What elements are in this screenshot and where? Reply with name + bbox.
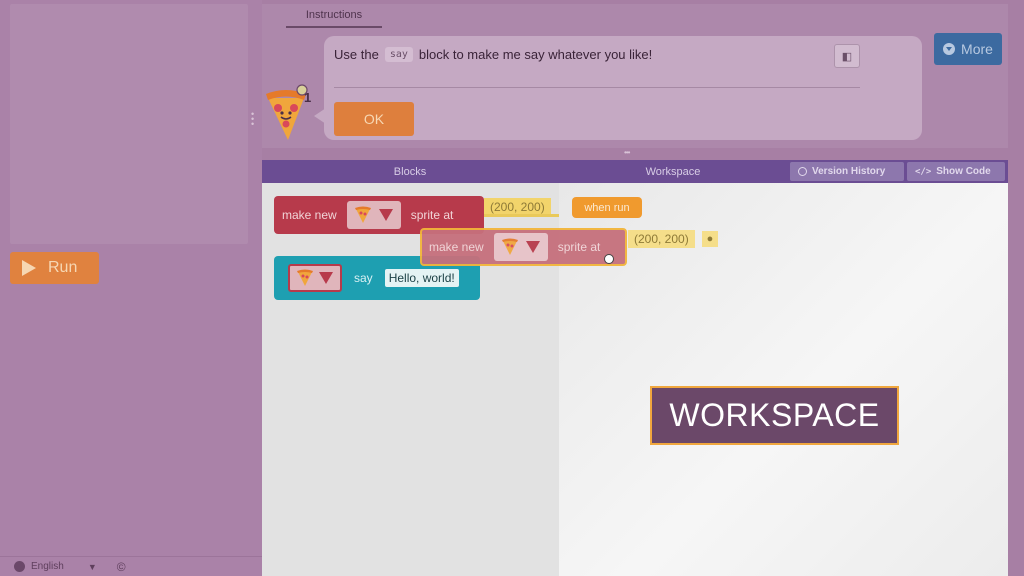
coordinate-input[interactable]: (200, 200) — [628, 230, 695, 248]
left-footer: English ▼ © — [0, 556, 262, 576]
pizza-icon — [354, 206, 371, 223]
chevron-down-icon[interactable]: ▼ — [88, 562, 97, 572]
language-select[interactable]: English — [31, 561, 64, 572]
game-play-area[interactable] — [10, 4, 248, 244]
mouse-cursor-icon — [604, 254, 614, 264]
show-code-button[interactable]: </> Show Code — [907, 162, 1005, 181]
pizza-icon — [501, 238, 518, 255]
dropdown-arrow-icon — [378, 209, 393, 221]
dropdown-arrow-icon — [525, 241, 540, 253]
dragged-make-new-sprite-block[interactable]: make new sprite at — [420, 228, 627, 266]
run-label: Run — [48, 259, 78, 276]
instruction-bubble: Use the say block to make me say whateve… — [324, 36, 922, 140]
hint-count-badge: 1 — [304, 90, 312, 105]
instructions-panel: Instructions 1 Use the say block to make… — [262, 4, 1008, 148]
code-icon: </> — [915, 166, 932, 177]
instruction-text-end: block to make me say whatever you like! — [418, 47, 653, 62]
instruction-text-start: Use the — [334, 47, 379, 62]
make-new-label: make new — [282, 208, 337, 222]
more-label: More — [961, 41, 993, 57]
more-button[interactable]: More — [934, 33, 1002, 65]
globe-icon — [14, 561, 25, 572]
copyright-icon[interactable]: © — [117, 560, 126, 574]
sprite-dropdown[interactable] — [288, 264, 342, 292]
workspace-title-overlay: WORKSPACE — [650, 386, 899, 445]
say-text-input[interactable]: Hello, world! — [384, 269, 459, 287]
sprite-at-label: sprite at — [557, 240, 601, 254]
blocks-header: Blocks — [393, 165, 427, 178]
ok-button[interactable]: OK — [334, 102, 414, 136]
code-word-chip: say — [384, 47, 413, 62]
sprite-dropdown[interactable] — [493, 233, 548, 261]
vertical-resize-handle[interactable]: • • • — [251, 110, 255, 129]
when-run-block[interactable]: when run — [572, 197, 642, 218]
make-new-label: make new — [429, 240, 484, 254]
show-code-label: Show Code — [936, 166, 991, 177]
sprite-at-label: sprite at — [410, 208, 454, 222]
sprite-dropdown[interactable] — [346, 201, 401, 229]
text-to-speech-icon[interactable]: ◧ — [834, 44, 860, 68]
connector-line — [484, 214, 559, 217]
run-button[interactable]: Run — [10, 252, 99, 284]
version-history-label: Version History — [812, 166, 886, 177]
version-history-button[interactable]: Version History — [790, 162, 904, 181]
workspace-header: Workspace — [645, 165, 701, 178]
say-label: say — [354, 271, 373, 285]
divider — [334, 87, 860, 88]
clock-icon — [798, 167, 807, 176]
left-column: Run English ▼ © — [0, 0, 262, 576]
dropdown-arrow-icon — [319, 272, 333, 284]
chevron-circle-icon — [943, 43, 956, 55]
instruction-text: Use the say block to make me say whateve… — [334, 47, 652, 62]
editor-header: Blocks Workspace Version History </> Sho… — [262, 160, 1008, 183]
play-icon — [22, 260, 36, 276]
horizontal-resize-handle[interactable]: ••• — [624, 148, 630, 157]
lightbulb-icon[interactable]: ● — [702, 231, 718, 247]
pizza-icon — [297, 269, 313, 286]
tab-instructions[interactable]: Instructions — [286, 4, 382, 28]
